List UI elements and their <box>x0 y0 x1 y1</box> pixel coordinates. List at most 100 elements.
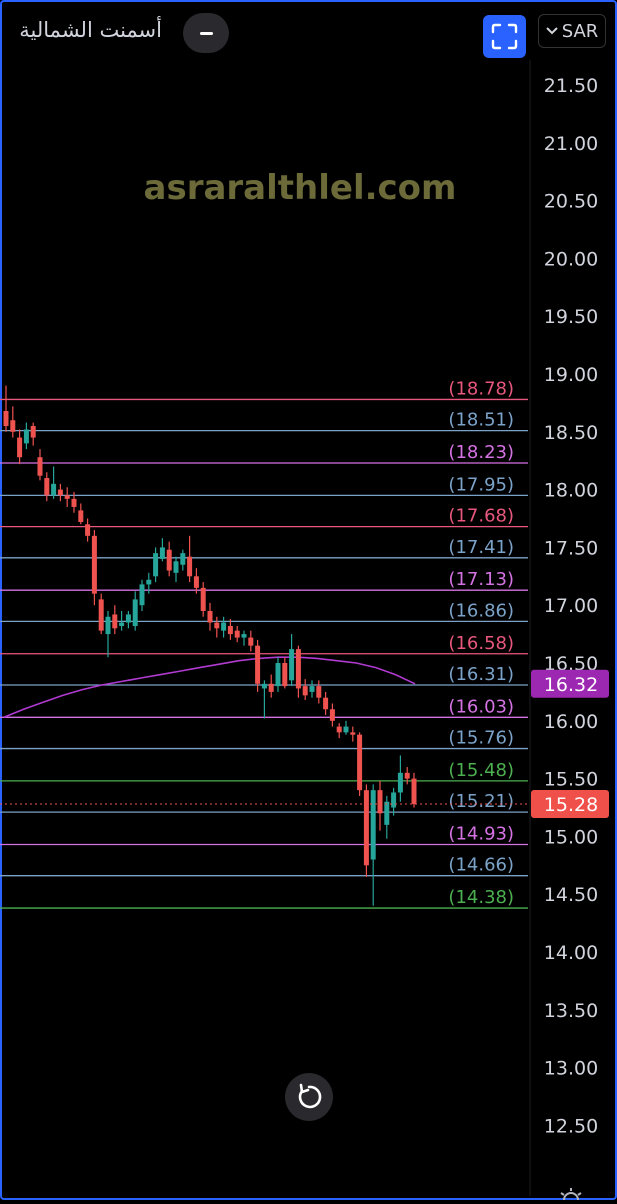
level-label: (15.48) <box>448 760 514 781</box>
y-tick-label: 21.50 <box>544 75 598 97</box>
y-tick-label: 18.00 <box>544 480 598 502</box>
y-tick-label: 21.00 <box>544 133 598 155</box>
candle-body <box>255 645 261 684</box>
y-tick-label: 13.00 <box>544 1058 598 1080</box>
candle-body <box>316 686 322 698</box>
settings-button[interactable] <box>556 1180 586 1204</box>
level-label: (18.51) <box>448 410 514 431</box>
level-label: (15.21) <box>448 791 514 812</box>
candle-body <box>343 726 349 733</box>
level-label: (17.41) <box>448 537 514 558</box>
candle-body <box>370 790 376 860</box>
candle-body <box>377 790 383 814</box>
collapse-button[interactable] <box>183 13 229 53</box>
level-label: (17.68) <box>448 506 514 527</box>
candle-body <box>357 734 363 791</box>
moving-average-line <box>3 656 416 719</box>
fullscreen-button[interactable] <box>483 15 526 58</box>
y-tick-label: 18.50 <box>544 422 598 444</box>
candle-body <box>302 686 308 696</box>
candle-body <box>166 549 172 571</box>
candle-body <box>44 478 50 496</box>
candle-body <box>275 663 281 687</box>
reset-chart-button[interactable] <box>285 1073 333 1121</box>
ma-price-label: 16.32 <box>544 674 598 696</box>
candle-body <box>125 614 131 623</box>
candle-body <box>159 547 165 559</box>
candle-body <box>384 801 390 825</box>
candle-body <box>268 683 274 692</box>
candle-body <box>214 622 220 629</box>
candle-body <box>221 622 227 631</box>
level-label: (15.76) <box>448 728 514 749</box>
y-tick-label: 20.00 <box>544 248 598 270</box>
level-label: (18.23) <box>448 442 514 463</box>
currency-label: SAR <box>561 20 599 42</box>
candle-body <box>309 686 315 692</box>
level-label: (14.66) <box>448 855 514 876</box>
chevron-down-icon <box>545 27 558 35</box>
level-label: (16.58) <box>448 633 514 654</box>
candle-body <box>200 587 206 611</box>
candle-body <box>411 778 417 805</box>
candle-body <box>112 614 118 629</box>
y-tick-label: 19.00 <box>544 364 598 386</box>
candle-body <box>329 709 335 721</box>
candle-body <box>119 622 125 627</box>
level-label: (17.95) <box>448 474 514 495</box>
candle-body <box>85 524 91 536</box>
candle-body <box>3 410 9 427</box>
candle-body <box>207 610 213 623</box>
candle-body <box>23 429 29 444</box>
level-label: (14.93) <box>448 823 514 844</box>
candle-body <box>17 437 23 458</box>
candle-body <box>295 649 301 689</box>
candle-body <box>404 772 410 779</box>
candle-body <box>132 599 138 627</box>
candle-body <box>289 649 295 681</box>
candle-body <box>193 576 199 588</box>
candle-body <box>248 637 254 646</box>
symbol-title: أسمنت الشمالية <box>19 18 162 42</box>
price-chart[interactable]: asraralthlel.com 21.50 21.00 20.50 20.00 19.5… <box>0 0 617 1200</box>
candle-body <box>64 495 70 499</box>
y-tick-label: 17.50 <box>544 537 598 559</box>
y-tick-label: 19.50 <box>544 306 598 328</box>
currency-selector[interactable]: SAR <box>538 14 606 48</box>
candle-body <box>98 599 104 631</box>
candle-body <box>323 697 329 710</box>
candle-body <box>71 498 77 507</box>
y-tick-label: 16.00 <box>544 711 598 733</box>
candle-body <box>234 630 240 638</box>
y-tick-label: 20.50 <box>544 191 598 213</box>
watermark-text: asraralthlel.com <box>144 168 457 208</box>
level-label: (17.13) <box>448 569 514 590</box>
level-label: (16.03) <box>448 696 514 717</box>
candle-body <box>173 561 179 573</box>
minus-icon <box>200 32 213 35</box>
level-label: (16.31) <box>448 664 514 685</box>
candle-body <box>350 732 356 735</box>
candle-body <box>153 553 159 577</box>
reset-icon <box>298 1083 322 1109</box>
candle-body <box>51 483 57 496</box>
candle-body <box>78 510 84 522</box>
candle-body <box>37 457 43 476</box>
y-tick-label: 17.00 <box>544 595 598 617</box>
candle-body <box>91 535 97 594</box>
level-label: (18.78) <box>448 378 514 399</box>
y-tick-label: 13.50 <box>544 1000 598 1022</box>
y-tick-label: 14.00 <box>544 942 598 964</box>
y-tick-label: 12.50 <box>544 1115 598 1137</box>
candle-body <box>363 790 369 866</box>
candle-body <box>241 634 247 638</box>
candle-body <box>146 579 152 585</box>
fullscreen-icon <box>491 23 518 50</box>
candle-body <box>57 489 63 496</box>
candle-body <box>282 663 288 687</box>
candle-body <box>336 726 342 733</box>
candle-body <box>397 772 403 793</box>
y-tick-label: 15.50 <box>544 769 598 791</box>
candle-body <box>139 584 145 606</box>
candle-body <box>187 556 193 577</box>
